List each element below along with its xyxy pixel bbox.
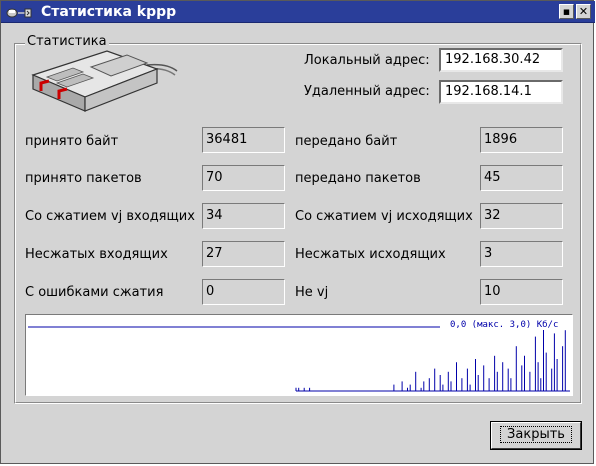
vj-outgoing-value: 32	[480, 203, 563, 229]
remote-address-field[interactable]: 192.168.14.1	[439, 80, 563, 104]
tx-packets-value: 45	[480, 165, 563, 191]
non-vj-value: 10	[480, 279, 563, 305]
title-bar[interactable]: Статистика kppp ▪ ✕	[1, 1, 595, 23]
local-address-field[interactable]: 192.168.30.42	[439, 48, 563, 72]
close-button[interactable]: Закрыть	[490, 421, 582, 450]
uncompressed-incoming-value: 27	[202, 241, 285, 267]
remote-address-label: Удаленный адрес:	[304, 84, 430, 99]
rx-bytes-value: 36481	[202, 127, 285, 153]
rx-bytes-label: принято байт	[25, 134, 119, 149]
tx-bytes-label: передано байт	[295, 134, 398, 149]
vj-incoming-label: Со сжатием vj входящих	[25, 209, 195, 224]
tx-packets-label: передано пакетов	[295, 171, 421, 186]
local-address-label: Локальный адрес:	[304, 53, 430, 68]
compression-errors-value: 0	[202, 279, 285, 305]
rx-packets-label: принято пакетов	[25, 171, 142, 186]
close-button-label: Закрыть	[500, 426, 572, 443]
close-window-button[interactable]: ✕	[576, 4, 591, 19]
throughput-graph: 0,0 (макс. 3,0) Кб/с	[25, 314, 573, 396]
uncompressed-outgoing-label: Несжатых исходящих	[295, 247, 446, 262]
maximize-button[interactable]: ▪	[559, 4, 574, 19]
vj-incoming-value: 34	[202, 203, 285, 229]
stats-window: Статистика kppp ▪ ✕ Статистика Локальный…	[0, 0, 595, 464]
vj-outgoing-label: Со сжатием vj исходящих	[295, 209, 473, 224]
window-title: Статистика kppp	[41, 4, 177, 20]
uncompressed-outgoing-value: 3	[480, 241, 563, 267]
modem-icon	[31, 50, 178, 112]
compression-errors-label: С ошибками сжатия	[25, 285, 164, 300]
uncompressed-incoming-label: Несжатых входящих	[25, 247, 168, 262]
non-vj-label: Не vj	[295, 285, 329, 300]
kppp-app-icon[interactable]	[5, 4, 35, 20]
tx-bytes-value: 1896	[480, 127, 563, 153]
rx-packets-value: 70	[202, 165, 285, 191]
graph-legend: 0,0 (макс. 3,0) Кб/с	[450, 320, 559, 330]
